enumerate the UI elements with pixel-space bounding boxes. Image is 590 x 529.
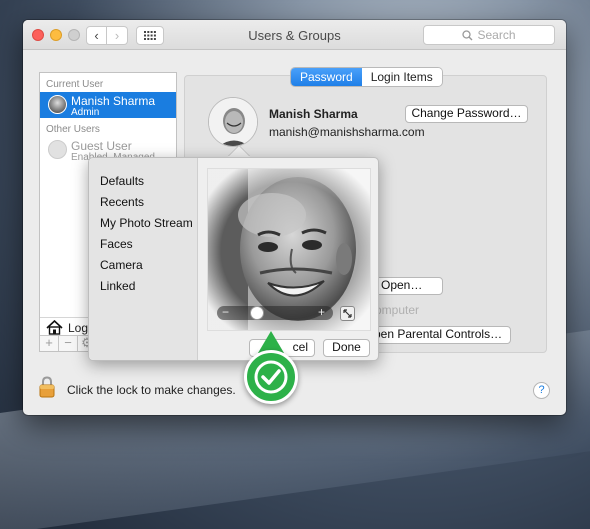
zoom-slider-knob[interactable]: [249, 306, 264, 320]
source-photo-stream[interactable]: My Photo Stream: [100, 216, 193, 230]
admin-checkbox-label: omputer: [375, 303, 420, 317]
remove-user-button[interactable]: −: [59, 336, 78, 351]
checkmark-badge: [244, 350, 298, 404]
source-recents[interactable]: Recents: [100, 195, 144, 209]
source-faces[interactable]: Faces: [100, 237, 133, 251]
zoom-out-icon: −: [222, 305, 230, 319]
user-email: manish@manishsharma.com: [269, 125, 425, 139]
house-icon: [46, 320, 63, 335]
done-button[interactable]: Done: [323, 339, 370, 357]
fit-photo-button[interactable]: [340, 306, 355, 321]
current-user-header: Current User: [46, 79, 104, 90]
checkmark-icon: [254, 360, 288, 394]
search-icon: [462, 29, 473, 40]
open-button[interactable]: Open…: [373, 277, 443, 295]
user-picture-button[interactable]: [208, 97, 258, 147]
source-linked[interactable]: Linked: [100, 279, 135, 293]
other-users-header: Other Users: [46, 124, 100, 135]
login-options-label: Log: [68, 321, 89, 335]
user-photo-icon: [209, 98, 257, 146]
guest-avatar: [48, 140, 67, 159]
sidebar-item-manish-sharma[interactable]: Manish Sharma Admin: [40, 92, 176, 118]
search-input[interactable]: Search: [423, 25, 555, 45]
picture-source-list: Defaults Recents My Photo Stream Faces C…: [89, 158, 198, 360]
open-parental-controls-button[interactable]: pen Parental Controls…: [368, 326, 511, 344]
zoom-in-icon: +: [318, 305, 326, 319]
picture-picker-popover: Defaults Recents My Photo Stream Faces C…: [88, 157, 379, 361]
titlebar: ‹ › Users & Groups Search: [23, 20, 566, 50]
lock-message: Click the lock to make changes.: [67, 383, 236, 397]
sidebar-user-name: Manish Sharma: [71, 94, 156, 108]
lock-icon[interactable]: [39, 376, 55, 398]
zoom-slider-track[interactable]: [217, 306, 333, 320]
tab-login-items[interactable]: Login Items: [361, 68, 442, 86]
source-defaults[interactable]: Defaults: [100, 174, 144, 188]
user-full-name: Manish Sharma: [269, 107, 358, 121]
avatar: [48, 95, 67, 114]
tab-bar: Password Login Items: [291, 68, 442, 86]
sidebar-user-role: Admin: [71, 107, 100, 118]
add-user-button[interactable]: +: [40, 336, 59, 351]
resize-icon: [343, 309, 352, 318]
help-button[interactable]: ?: [533, 382, 550, 399]
sidebar-guest-name: Guest User: [71, 139, 132, 153]
change-password-button[interactable]: Change Password…: [405, 105, 528, 123]
search-placeholder: Search: [477, 28, 516, 42]
tab-password[interactable]: Password: [291, 68, 362, 86]
popover-arrow: [228, 146, 250, 157]
source-camera[interactable]: Camera: [100, 258, 143, 272]
